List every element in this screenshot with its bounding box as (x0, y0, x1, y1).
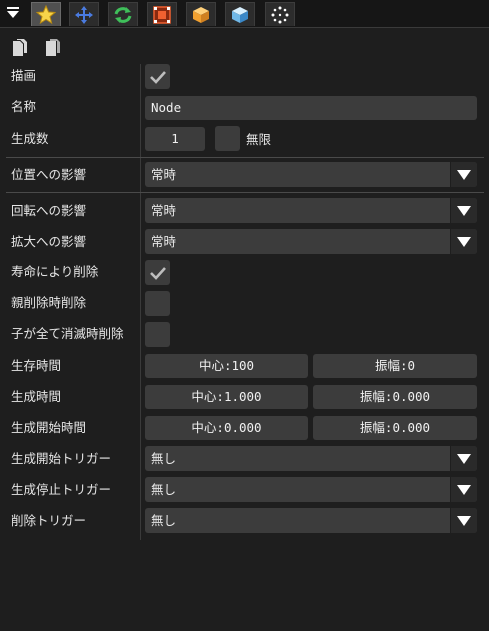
gen-time-center-input[interactable]: 中心:1.000 (145, 385, 308, 409)
tab-renderer[interactable] (186, 2, 216, 26)
paste-icon (46, 39, 60, 56)
start-trigger-dropdown[interactable]: 無し (145, 446, 477, 471)
particles-icon (271, 6, 289, 23)
remove-on-children-label: 子が全て消滅時削除 (11, 326, 124, 341)
checkmark-icon (149, 266, 166, 280)
tab-rotation[interactable] (108, 2, 138, 26)
start-trigger-label: 生成開始トリガー (11, 451, 112, 466)
gen-time-amplitude-input[interactable]: 振幅:0.000 (313, 385, 477, 409)
collapse-menu-icon[interactable] (6, 6, 20, 20)
tab-scale[interactable] (147, 2, 177, 26)
tab-bar (0, 0, 489, 28)
tab-position[interactable] (69, 2, 99, 26)
dropdown-value: 常時 (151, 167, 177, 182)
scale-frame-icon (153, 5, 171, 24)
dropdown-value: 常時 (151, 234, 177, 249)
gen-start-amplitude-input[interactable]: 振幅:0.000 (313, 416, 477, 440)
position-influence-dropdown[interactable]: 常時 (145, 162, 477, 187)
life-amplitude-input[interactable]: 振幅:0 (313, 354, 477, 378)
tab-common[interactable] (31, 2, 61, 26)
dropdown-value: 無し (151, 513, 177, 528)
cube-icon (232, 6, 248, 23)
chevron-down-icon[interactable] (450, 229, 477, 254)
rotation-influence-label: 回転への影響 (11, 203, 87, 218)
position-influence-label: 位置への影響 (11, 167, 87, 182)
count-label: 生成数 (11, 131, 49, 146)
tab-model[interactable] (225, 2, 255, 26)
remove-on-life-label: 寿命により削除 (11, 264, 99, 279)
gen-start-label: 生成開始時間 (11, 420, 87, 435)
dropdown-value: 無し (151, 482, 177, 497)
remove-trigger-label: 削除トリガー (11, 513, 87, 528)
remove-on-life-checkbox[interactable] (145, 260, 170, 285)
infinite-label: 無限 (246, 132, 272, 147)
section-divider (6, 192, 484, 193)
draw-label: 描画 (11, 68, 37, 83)
name-label: 名称 (11, 99, 37, 114)
remove-trigger-dropdown[interactable]: 無し (145, 508, 477, 533)
chevron-down-icon[interactable] (450, 162, 477, 187)
rotation-influence-dropdown[interactable]: 常時 (145, 198, 477, 223)
paste-button[interactable] (44, 38, 64, 58)
chevron-down-icon[interactable] (450, 198, 477, 223)
remove-on-children-checkbox[interactable] (145, 322, 170, 347)
gen-start-center-input[interactable]: 中心:0.000 (145, 416, 308, 440)
gen-time-label: 生成時間 (11, 389, 62, 404)
life-label: 生存時間 (11, 358, 62, 373)
label-column-divider (140, 64, 141, 540)
section-divider (6, 157, 484, 158)
tab-particles[interactable] (265, 2, 295, 26)
rotate-icon (114, 6, 132, 23)
copy-icon (13, 39, 27, 56)
move-arrows-icon (75, 5, 93, 24)
stop-trigger-label: 生成停止トリガー (11, 482, 112, 497)
stop-trigger-dropdown[interactable]: 無し (145, 477, 477, 502)
draw-checkbox[interactable] (145, 64, 170, 89)
life-center-input[interactable]: 中心:100 (145, 354, 308, 378)
chevron-down-icon[interactable] (450, 446, 477, 471)
chevron-down-icon[interactable] (450, 508, 477, 533)
name-input[interactable]: Node (145, 96, 477, 120)
infinite-checkbox[interactable] (215, 126, 240, 151)
dropdown-value: 常時 (151, 203, 177, 218)
copy-button[interactable] (11, 38, 31, 58)
dropdown-value: 無し (151, 451, 177, 466)
remove-on-parent-label: 親削除時削除 (11, 295, 87, 310)
box-icon (193, 6, 209, 23)
count-input[interactable]: 1 (145, 127, 205, 151)
checkmark-icon (149, 70, 166, 84)
star-icon (36, 4, 56, 24)
remove-on-parent-checkbox[interactable] (145, 291, 170, 316)
scale-influence-dropdown[interactable]: 常時 (145, 229, 477, 254)
chevron-down-icon[interactable] (450, 477, 477, 502)
scale-influence-label: 拡大への影響 (11, 234, 87, 249)
